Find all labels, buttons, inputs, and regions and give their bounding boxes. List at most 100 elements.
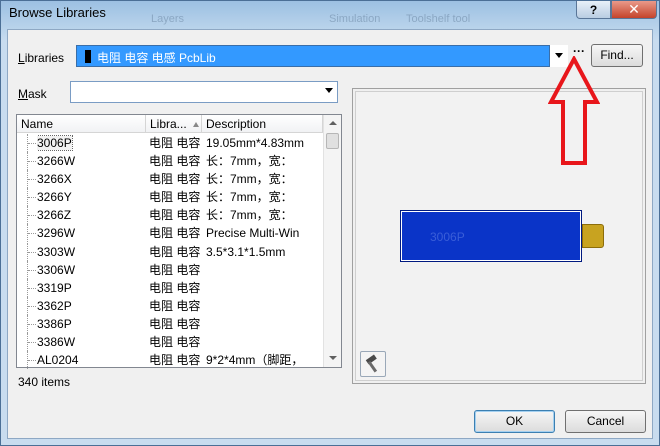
scroll-thumb[interactable]: [326, 133, 339, 149]
help-button[interactable]: ?: [576, 1, 611, 19]
list-vertical-scrollbar[interactable]: [323, 115, 341, 367]
table-row[interactable]: 3266W 电阻 电容 长：7mm，宽：: [17, 152, 323, 171]
cell-name: 3303W: [37, 243, 145, 261]
cell-name: 3362P: [37, 297, 145, 315]
place-component-button[interactable]: [360, 351, 386, 377]
cell-description: Precise Multi-Win: [206, 226, 300, 241]
cell-name-text: 3386P: [37, 316, 72, 331]
cell-name-text: 3303W: [37, 244, 76, 259]
cell-library: 电阻 电容: [149, 335, 201, 350]
mask-label-accel: M: [18, 87, 28, 101]
footprint-preview[interactable]: 3006P: [352, 88, 646, 384]
cell-name-text: 3266Y: [37, 190, 72, 205]
column-header-description[interactable]: Description: [202, 115, 323, 133]
cell-description: 长：7mm，宽：: [206, 172, 293, 187]
cell-name: 3266X: [37, 170, 145, 188]
column-header-name[interactable]: Name: [17, 115, 146, 133]
cell-name-text: 3306W: [37, 262, 76, 277]
cell-library: 电阻 电容: [149, 154, 201, 169]
table-row[interactable]: 3006P 电阻 电容 19.05mm*4.83mm: [17, 134, 323, 152]
cell-name: 3306W: [37, 261, 145, 279]
cell-name-text: 3266Z: [37, 208, 72, 223]
mask-combo[interactable]: [70, 81, 338, 103]
mask-label: Mask: [18, 87, 47, 101]
column-name-label: Name: [21, 117, 54, 131]
hammer-icon: [365, 354, 378, 373]
item-count: 340 items: [18, 375, 71, 389]
close-icon: ✕: [628, 1, 640, 17]
cell-library: 电阻 电容: [149, 172, 201, 187]
library-icon: [85, 50, 91, 63]
background-text-2: Simulation: [329, 13, 381, 25]
cell-name-text: 3006P: [37, 135, 73, 151]
cell-description: 3.5*3.1*1.5mm: [206, 244, 286, 259]
component-list[interactable]: Name Libra... Description 3006P 电阻 电容 19.0…: [16, 114, 342, 370]
table-row[interactable]: 3386W 电阻 电容: [17, 333, 323, 352]
ok-button[interactable]: OK: [474, 410, 555, 433]
column-library-label: Libra...: [150, 117, 187, 131]
sort-ascending-icon: [192, 122, 199, 128]
cell-name: 3386W: [37, 333, 145, 351]
cell-library: 电阻 电容: [149, 244, 201, 259]
dialog-title: Browse Libraries: [9, 5, 106, 20]
table-row[interactable]: 3306W 电阻 电容: [17, 260, 323, 279]
cancel-button[interactable]: Cancel: [565, 410, 646, 433]
cell-name-text: 3266X: [37, 172, 72, 187]
help-label: ?: [589, 2, 598, 17]
libraries-label: Libraries: [18, 51, 64, 65]
table-row[interactable]: 3362P 电阻 电容: [17, 296, 323, 315]
cell-name-text: AL0204: [37, 353, 79, 368]
footprint-pin: [582, 224, 604, 248]
cell-description: 长：7mm，宽：: [206, 154, 293, 169]
table-row[interactable]: 3319P 电阻 电容: [17, 278, 323, 297]
cell-name: 3296W: [37, 224, 145, 242]
cell-name-text: 3362P: [37, 298, 72, 313]
libraries-label-accel: L: [18, 51, 25, 65]
cell-library: 电阻 电容: [149, 136, 201, 150]
mask-label-rest: ask: [28, 87, 47, 101]
cell-description: 长：7mm，宽：: [206, 190, 293, 205]
cell-name: 3319P: [37, 279, 145, 297]
close-button[interactable]: ✕: [611, 1, 657, 19]
footprint-label: 3006P: [430, 230, 465, 244]
cell-name: 3386P: [37, 315, 145, 333]
column-header-library[interactable]: Libra...: [146, 115, 202, 133]
table-row[interactable]: 3266Z 电阻 电容 长：7mm，宽：: [17, 206, 323, 225]
browse-libraries-dialog: Browse Libraries Layers Simulation Tools…: [0, 0, 660, 446]
list-header: Name Libra... Description: [17, 115, 323, 133]
libraries-label-rest: ibraries: [24, 51, 65, 65]
scroll-down-button[interactable]: [324, 350, 341, 367]
background-text-1: Layers: [151, 13, 185, 25]
cell-library: 电阻 电容: [149, 316, 201, 331]
chevron-up-icon: [329, 121, 337, 125]
cell-name: 3266W: [37, 152, 145, 170]
table-row[interactable]: 3296W 电阻 电容 Precise Multi-Win: [17, 224, 323, 243]
table-row[interactable]: 3303W 电阻 电容 3.5*3.1*1.5mm: [17, 242, 323, 261]
cell-library: 电阻 电容: [149, 190, 201, 205]
table-row[interactable]: AL0204 电阻 电容 9*2*4mm（脚距，: [17, 351, 323, 370]
cell-name-text: 3319P: [37, 280, 72, 295]
chevron-down-icon: [325, 88, 333, 93]
table-row[interactable]: 3266X 电阻 电容 长：7mm，宽：: [17, 170, 323, 189]
background-text-3: Toolshelf tool: [406, 13, 471, 25]
cell-library: 电阻 电容: [149, 280, 201, 295]
cell-description: 长：7mm，宽：: [206, 208, 293, 223]
table-row[interactable]: 3266Y 电阻 电容 长：7mm，宽：: [17, 188, 323, 207]
cell-name-text: 3266W: [37, 154, 76, 169]
scroll-up-button[interactable]: [324, 115, 341, 132]
libraries-combo[interactable]: 电阻 电容 电感 PcbLib: [76, 45, 550, 67]
cell-name-text: 3386W: [37, 335, 76, 350]
cell-library: 电阻 电容: [149, 298, 201, 313]
cell-name: 3266Y: [37, 188, 145, 206]
cell-library: 电阻 电容: [149, 353, 201, 368]
table-row[interactable]: 3386P 电阻 电容: [17, 314, 323, 333]
cell-description: 9*2*4mm（脚距，: [206, 353, 304, 368]
red-annotation-arrow: [548, 56, 600, 165]
cell-library: 电阻 电容: [149, 226, 201, 241]
footprint-body: 3006P: [401, 211, 581, 261]
cell-library: 电阻 电容: [149, 208, 201, 223]
column-description-label: Description: [206, 117, 267, 131]
cell-name: 3006P: [37, 134, 145, 152]
cell-name: 3266Z: [37, 206, 145, 224]
libraries-selected-value: 电阻 电容 电感 PcbLib: [97, 51, 216, 65]
